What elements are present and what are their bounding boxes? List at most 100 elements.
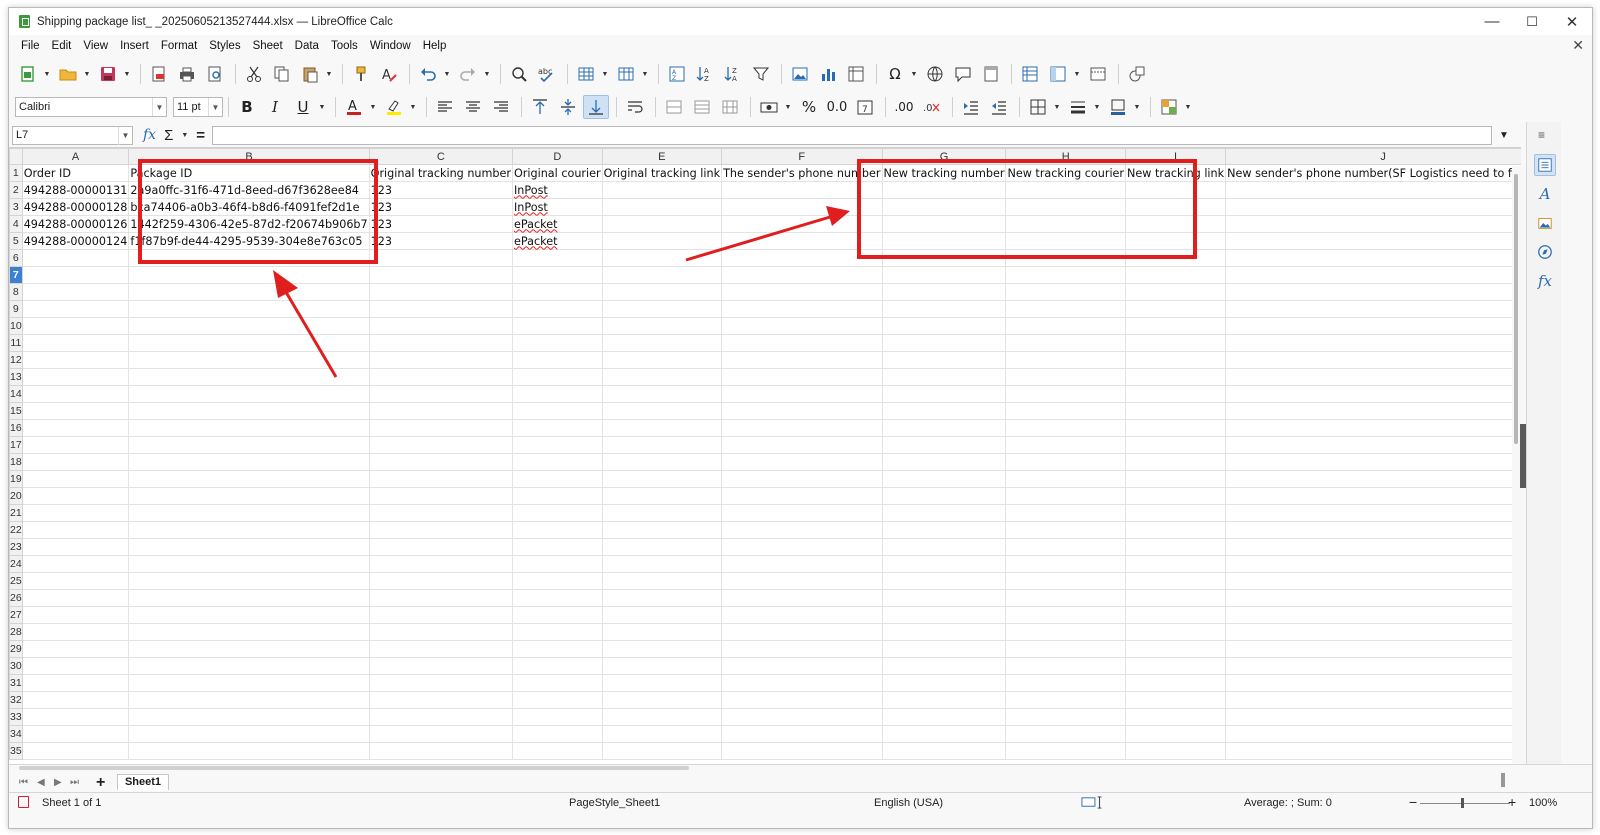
spreadsheet-grid[interactable]: A B C D E F G H I J 1 Order ID Package ID O… <box>9 147 1521 764</box>
cell[interactable] <box>1225 266 1521 284</box>
cell[interactable] <box>368 419 513 437</box>
cell[interactable] <box>1125 487 1227 505</box>
cell[interactable] <box>1125 436 1227 454</box>
border-color-dropdown-icon[interactable]: ▼ <box>1133 95 1141 119</box>
cell[interactable] <box>601 725 723 743</box>
next-sheet-icon[interactable]: ▶ <box>54 777 62 788</box>
cell[interactable] <box>1005 521 1127 539</box>
freeze-rows-columns-icon[interactable] <box>1045 62 1071 86</box>
cell[interactable] <box>128 504 370 522</box>
cell[interactable] <box>1125 572 1227 590</box>
cell[interactable] <box>1005 351 1127 369</box>
cell[interactable] <box>601 317 723 335</box>
new-dropdown-icon[interactable]: ▼ <box>43 62 51 86</box>
cell[interactable] <box>21 623 130 641</box>
row-header[interactable]: 10 <box>9 317 23 335</box>
cell[interactable] <box>601 232 723 250</box>
cell[interactable] <box>1225 334 1521 352</box>
date-format-icon[interactable]: 7 <box>852 95 878 119</box>
freeze-dropdown-icon[interactable]: ▼ <box>1073 62 1081 86</box>
cell[interactable] <box>21 640 130 658</box>
cell[interactable] <box>511 402 603 420</box>
merge-cells-icon[interactable] <box>689 95 715 119</box>
font-color-icon[interactable]: A <box>341 95 367 119</box>
cell[interactable] <box>881 487 1007 505</box>
cell[interactable] <box>368 351 513 369</box>
row-header[interactable]: 35 <box>9 742 23 760</box>
cell[interactable] <box>881 436 1007 454</box>
cell[interactable] <box>128 521 370 539</box>
cell[interactable] <box>601 334 723 352</box>
highlight-dropdown-icon[interactable]: ▼ <box>409 95 417 119</box>
cell[interactable] <box>21 487 130 505</box>
cell[interactable] <box>601 640 723 658</box>
row-header[interactable]: 12 <box>9 351 23 369</box>
undo-dropdown-icon[interactable]: ▼ <box>443 62 451 86</box>
cell[interactable] <box>721 334 883 352</box>
cell[interactable] <box>21 317 130 335</box>
cell[interactable] <box>21 657 130 675</box>
clear-formatting-icon[interactable]: A <box>376 62 402 86</box>
cell[interactable] <box>601 249 723 267</box>
sort-ascending-icon[interactable]: AZ <box>692 62 718 86</box>
cell[interactable] <box>368 283 513 301</box>
row-header[interactable]: 26 <box>9 589 23 607</box>
cell[interactable] <box>1225 572 1521 590</box>
cell[interactable] <box>511 674 603 692</box>
cell[interactable] <box>601 555 723 573</box>
insert-image-icon[interactable] <box>787 62 813 86</box>
row-header[interactable]: 20 <box>9 487 23 505</box>
paste-icon[interactable] <box>297 62 323 86</box>
cell[interactable] <box>1125 521 1227 539</box>
sort-icon[interactable]: AZ <box>664 62 690 86</box>
maximize-button[interactable]: ☐ <box>1512 8 1552 35</box>
show-draw-functions-icon[interactable] <box>1124 62 1150 86</box>
cell[interactable] <box>511 521 603 539</box>
cell[interactable]: f1f87b9f-de44-4295-9539-304e8e763c05 <box>128 232 370 250</box>
cell[interactable] <box>1005 623 1127 641</box>
delete-decimal-icon[interactable]: .0 <box>919 95 945 119</box>
cell[interactable] <box>1005 419 1127 437</box>
gallery-icon[interactable] <box>1534 212 1556 234</box>
cell[interactable] <box>368 555 513 573</box>
cell[interactable] <box>128 368 370 386</box>
column-icon[interactable] <box>613 62 639 86</box>
cell[interactable] <box>601 385 723 403</box>
cell[interactable] <box>511 300 603 318</box>
cell[interactable] <box>881 368 1007 386</box>
redo-dropdown-icon[interactable]: ▼ <box>483 62 491 86</box>
headers-footers-icon[interactable] <box>978 62 1004 86</box>
cell[interactable] <box>1225 742 1521 760</box>
expand-formula-bar-icon[interactable]: ▼ <box>1499 130 1509 141</box>
comment-icon[interactable] <box>950 62 976 86</box>
currency-format-icon[interactable] <box>756 95 782 119</box>
cell[interactable] <box>881 351 1007 369</box>
cell[interactable]: 1442f259-4306-42e5-87d2-f20674b906b7 <box>128 215 370 233</box>
cell[interactable] <box>511 334 603 352</box>
cell[interactable] <box>1005 742 1127 760</box>
cell[interactable] <box>511 640 603 658</box>
cell[interactable]: Original courier <box>511 164 603 182</box>
cell[interactable] <box>721 640 883 658</box>
cell[interactable] <box>881 555 1007 573</box>
cell[interactable] <box>721 708 883 726</box>
sort-descending-icon[interactable]: ZA <box>720 62 746 86</box>
cell[interactable] <box>21 708 130 726</box>
cell[interactable] <box>511 606 603 624</box>
cell[interactable] <box>21 368 130 386</box>
zoom-out-button[interactable]: − <box>1409 794 1417 810</box>
cell[interactable] <box>1125 691 1227 709</box>
cell[interactable] <box>1005 436 1127 454</box>
menu-file[interactable]: File <box>15 40 46 52</box>
cell[interactable]: Original tracking number <box>368 164 513 182</box>
cell[interactable] <box>1125 657 1227 675</box>
cell[interactable] <box>721 674 883 692</box>
cell[interactable] <box>1125 351 1227 369</box>
cell[interactable] <box>1225 640 1521 658</box>
cell[interactable] <box>368 742 513 760</box>
cell[interactable] <box>721 436 883 454</box>
highlight-color-icon[interactable] <box>381 95 407 119</box>
cell[interactable] <box>881 521 1007 539</box>
cell[interactable] <box>1005 487 1127 505</box>
cell[interactable] <box>1225 470 1521 488</box>
